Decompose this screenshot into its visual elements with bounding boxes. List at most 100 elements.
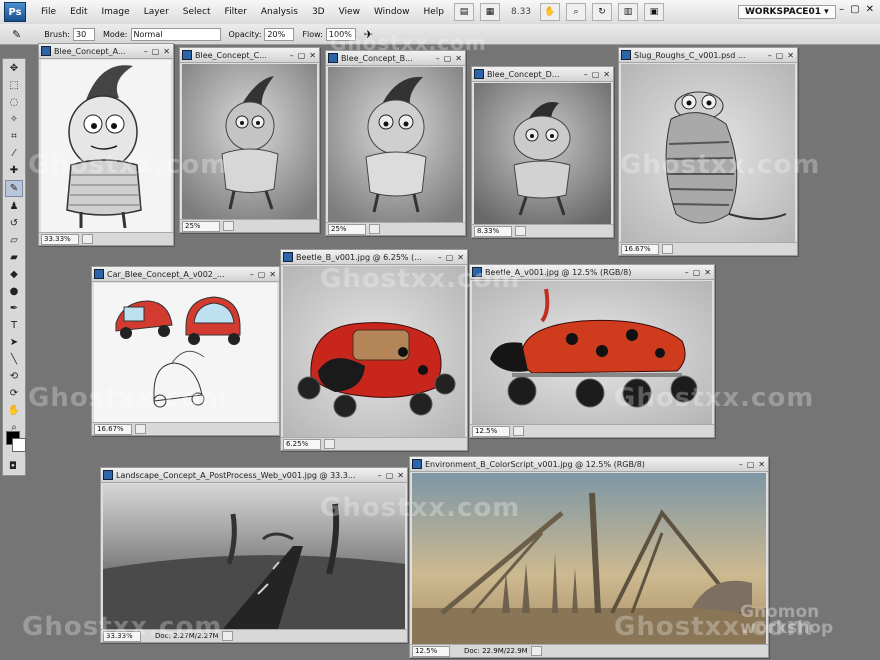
minimize-icon[interactable]: – bbox=[584, 70, 588, 79]
minimize-icon[interactable]: – bbox=[250, 270, 254, 279]
hand-tool-icon[interactable]: ✋ bbox=[540, 3, 561, 21]
document-window-environment[interactable]: Environment_B_ColorScript_v001.jpg @ 12.… bbox=[409, 456, 769, 658]
close-icon[interactable]: ✕ bbox=[457, 253, 464, 262]
minimize-icon[interactable]: – bbox=[144, 47, 148, 56]
screen-mode-icon[interactable]: ▣ bbox=[644, 3, 665, 21]
eyedropper-icon[interactable]: ⁄ bbox=[6, 146, 22, 161]
document-titlebar[interactable]: Blee_Concept_C... – ▢ ✕ bbox=[180, 48, 319, 63]
menu-view[interactable]: View bbox=[332, 7, 367, 17]
zoom-field[interactable]: 8.33% bbox=[474, 225, 512, 237]
stamp-icon[interactable]: ♟ bbox=[6, 199, 22, 214]
close-icon[interactable]: ✕ bbox=[704, 268, 711, 277]
menu-help[interactable]: Help bbox=[416, 7, 451, 17]
document-window-blee-c[interactable]: Blee_Concept_C... – ▢ ✕ 25% bbox=[179, 47, 320, 233]
zoom-tool-icon[interactable]: ⌕ bbox=[566, 3, 587, 21]
document-window-beetle-a[interactable]: Beetle_A_v001.jpg @ 12.5% (RGB/8) – ▢ ✕ 12.… bbox=[469, 264, 715, 438]
airbrush-icon[interactable]: ✈ bbox=[364, 28, 373, 41]
history-brush-icon[interactable]: ↺ bbox=[6, 216, 22, 231]
document-canvas[interactable] bbox=[328, 67, 463, 222]
hand-icon[interactable]: ✋ bbox=[6, 403, 22, 418]
status-menu-icon[interactable] bbox=[369, 224, 380, 234]
zoom-field[interactable]: 16.67% bbox=[621, 243, 659, 255]
maximize-icon[interactable]: ▢ bbox=[444, 54, 452, 63]
minimize-icon[interactable]: – bbox=[739, 460, 743, 469]
healing-icon[interactable]: ✚ bbox=[6, 163, 22, 178]
menu-file[interactable]: File bbox=[34, 7, 63, 17]
status-menu-icon[interactable] bbox=[221, 631, 233, 641]
document-canvas[interactable] bbox=[472, 281, 712, 424]
menu-image[interactable]: Image bbox=[95, 7, 137, 17]
document-titlebar[interactable]: Blee_Concept_B... – ▢ ✕ bbox=[326, 51, 465, 66]
maximize-icon[interactable]: ▢ bbox=[850, 4, 859, 15]
close-icon[interactable]: ✕ bbox=[455, 54, 462, 63]
document-window-blee-a[interactable]: Blee_Concept_A... – ▢ ✕ 33.33% bbox=[38, 43, 174, 246]
shape-icon[interactable]: ╲ bbox=[6, 352, 22, 367]
document-titlebar[interactable]: Environment_B_ColorScript_v001.jpg @ 12.… bbox=[410, 457, 768, 472]
document-canvas[interactable] bbox=[103, 484, 405, 629]
zoom-field[interactable]: 12.5% bbox=[412, 645, 450, 657]
document-titlebar[interactable]: Blee_Concept_A... – ▢ ✕ bbox=[39, 44, 173, 59]
zoom-field[interactable]: 12.5% bbox=[472, 425, 510, 437]
dodge-icon[interactable]: ● bbox=[6, 284, 22, 299]
document-canvas[interactable] bbox=[621, 64, 795, 242]
document-titlebar[interactable]: Landscape_Concept_A_PostProcess_Web_v001… bbox=[101, 468, 407, 483]
document-window-beetle-b[interactable]: Beetle_B_v001.jpg @ 6.25% (... – ▢ ✕ 6.25% bbox=[280, 249, 468, 451]
crop-icon[interactable]: ⌗ bbox=[6, 129, 22, 144]
menu-edit[interactable]: Edit bbox=[63, 7, 94, 17]
minimize-icon[interactable]: – bbox=[685, 268, 689, 277]
close-icon[interactable]: ✕ bbox=[758, 460, 765, 469]
zoom-field[interactable]: 25% bbox=[328, 223, 366, 235]
brush-icon[interactable]: ✎ bbox=[5, 180, 23, 197]
zoom-field[interactable]: 6.25% bbox=[283, 438, 321, 450]
document-canvas[interactable] bbox=[182, 64, 317, 219]
move-icon[interactable]: ✥ bbox=[6, 61, 22, 76]
document-titlebar[interactable]: Beetle_A_v001.jpg @ 12.5% (RGB/8) – ▢ ✕ bbox=[470, 265, 714, 280]
3d-orbit-icon[interactable]: ⟳ bbox=[6, 386, 22, 401]
maximize-icon[interactable]: ▢ bbox=[298, 51, 306, 60]
maximize-icon[interactable]: ▢ bbox=[747, 460, 755, 469]
document-canvas[interactable] bbox=[412, 473, 766, 644]
zoom-field[interactable]: 33.33% bbox=[41, 233, 79, 245]
pen-icon[interactable]: ✒ bbox=[6, 301, 22, 316]
status-menu-icon[interactable] bbox=[530, 646, 542, 656]
status-menu-icon[interactable] bbox=[513, 426, 524, 436]
brush-tool-icon[interactable]: ✎ bbox=[12, 28, 21, 41]
document-titlebar[interactable]: Blee_Concept_D... – ▢ ✕ bbox=[472, 67, 613, 82]
lasso-icon[interactable]: ◌ bbox=[6, 95, 22, 110]
workspace-switcher[interactable]: WORKSPACE01 ▾ bbox=[738, 5, 836, 19]
status-menu-icon[interactable] bbox=[662, 244, 673, 254]
arrange-documents-icon[interactable]: ▥ bbox=[618, 3, 639, 21]
document-titlebar[interactable]: Car_Blee_Concept_A_v002_... – ▢ ✕ bbox=[92, 267, 279, 282]
gradient-icon[interactable]: ▰ bbox=[6, 250, 22, 265]
quick-mask-icon[interactable]: ◘ bbox=[5, 459, 21, 474]
document-titlebar[interactable]: Slug_Roughs_C_v001.psd ... – ▢ ✕ bbox=[619, 48, 797, 63]
close-icon[interactable]: ✕ bbox=[309, 51, 316, 60]
close-icon[interactable]: ✕ bbox=[866, 4, 874, 15]
path-select-icon[interactable]: ➤ bbox=[6, 335, 22, 350]
document-canvas[interactable] bbox=[283, 266, 465, 437]
blur-icon[interactable]: ◆ bbox=[6, 267, 22, 282]
status-menu-icon[interactable] bbox=[135, 424, 146, 434]
document-window-blee-d[interactable]: Blee_Concept_D... – ▢ ✕ 8.33% bbox=[471, 66, 614, 238]
close-icon[interactable]: ✕ bbox=[787, 51, 794, 60]
menu-analysis[interactable]: Analysis bbox=[254, 7, 305, 17]
minimize-icon[interactable]: – bbox=[839, 4, 844, 15]
menu-filter[interactable]: Filter bbox=[218, 7, 254, 17]
document-window-car-blee[interactable]: Car_Blee_Concept_A_v002_... – ▢ ✕ 16.67% bbox=[91, 266, 280, 436]
status-menu-icon[interactable] bbox=[223, 221, 234, 231]
minimize-icon[interactable]: – bbox=[768, 51, 772, 60]
document-canvas[interactable] bbox=[474, 83, 611, 224]
quick-select-icon[interactable]: ✧ bbox=[6, 112, 22, 127]
menu-3d[interactable]: 3D bbox=[305, 7, 332, 17]
maximize-icon[interactable]: ▢ bbox=[152, 47, 160, 56]
opacity-field[interactable]: 20% bbox=[264, 27, 295, 41]
document-canvas[interactable] bbox=[41, 60, 171, 232]
minimize-icon[interactable]: – bbox=[290, 51, 294, 60]
document-window-slug-roughs[interactable]: Slug_Roughs_C_v001.psd ... – ▢ ✕ 16.67% bbox=[618, 47, 798, 256]
marquee-icon[interactable]: ⬚ bbox=[6, 78, 22, 93]
close-icon[interactable]: ✕ bbox=[163, 47, 170, 56]
close-icon[interactable]: ✕ bbox=[397, 471, 404, 480]
bridge-icon[interactable]: ▤ bbox=[453, 3, 474, 21]
zoom-field[interactable]: 33.33% bbox=[103, 630, 141, 642]
document-window-blee-b[interactable]: Blee_Concept_B... – ▢ ✕ 25% bbox=[325, 50, 466, 236]
